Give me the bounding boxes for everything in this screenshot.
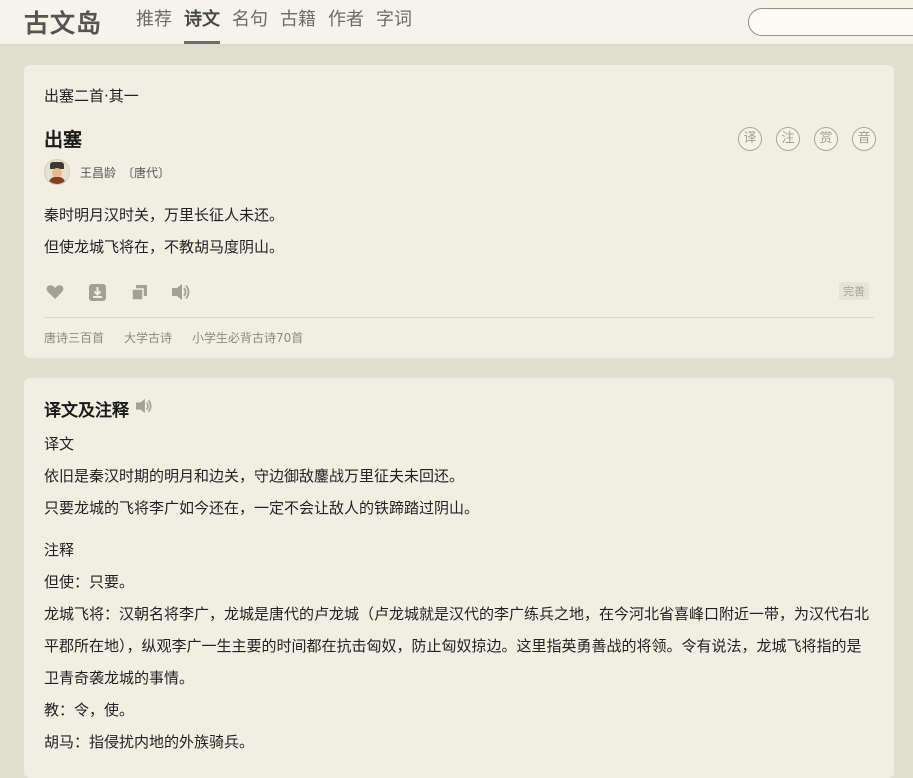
divider	[44, 317, 874, 318]
author-row: 王昌龄 〔唐代〕	[44, 159, 170, 185]
translation-line: 依旧是秦汉时期的明月和边关，守边御敌鏖战万里征夫未回还。	[44, 467, 465, 485]
notes-block: 注释 但使：只要。 龙城飞将：汉朝名将李广，龙城是唐代的卢龙城（卢龙城就是汉代的…	[44, 534, 874, 758]
annotate-button[interactable]: 注	[776, 127, 800, 151]
heart-icon[interactable]	[44, 282, 66, 302]
search-input[interactable]	[748, 8, 913, 36]
poem-action-buttons: 译 注 赏 音	[738, 127, 890, 151]
site-logo[interactable]: 古文岛	[24, 4, 102, 40]
nav-poems[interactable]: 诗文	[184, 0, 220, 44]
avatar[interactable]	[44, 159, 70, 185]
tag-list: 唐诗三百首 大学古诗 小学生必背古诗70首	[44, 329, 323, 346]
poem-body: 秦时明月汉时关，万里长征人未还。 但使龙城飞将在，不教胡马度阴山。	[44, 199, 284, 263]
note-item: 教：令，使。	[44, 701, 135, 719]
translate-button[interactable]: 译	[738, 127, 762, 151]
note-item: 龙城飞将：汉朝名将李广，龙城是唐代的卢龙城（卢龙城就是汉代的李广练兵之地，在今河…	[44, 605, 870, 687]
section-title: 译文及注释	[44, 396, 153, 421]
poem-title: 出塞	[44, 129, 83, 151]
nav-authors[interactable]: 作者	[328, 0, 364, 44]
download-icon[interactable]	[86, 282, 108, 302]
appreciate-button[interactable]: 赏	[814, 127, 838, 151]
nav-famous-lines[interactable]: 名句	[232, 0, 268, 44]
poem-subtitle: 出塞二首·其一	[44, 87, 139, 105]
nav-classics[interactable]: 古籍	[280, 0, 316, 44]
pinyin-button[interactable]: 音	[852, 127, 876, 151]
translation-line: 只要龙城的飞将李广如今还在，一定不会让敌人的铁蹄踏过阴山。	[44, 499, 480, 517]
poem-line: 但使龙城飞将在，不教胡马度阴山。	[44, 238, 285, 256]
poem-line: 秦时明月汉时关，万里长征人未还。	[44, 206, 285, 224]
main-nav: 推荐 诗文 名句 古籍 作者 字词	[136, 0, 424, 44]
translation-heading: 译文	[44, 435, 75, 453]
notes-heading: 注释	[44, 541, 75, 559]
nav-words[interactable]: 字词	[376, 0, 412, 44]
speaker-icon[interactable]	[135, 398, 153, 419]
tool-row	[44, 282, 212, 302]
tag-link[interactable]: 大学古诗	[124, 329, 172, 346]
perfect-button[interactable]: 完善	[839, 282, 869, 300]
nav-recommend[interactable]: 推荐	[136, 0, 172, 44]
top-bar: 古文岛 推荐 诗文 名句 古籍 作者 字词	[0, 0, 913, 45]
note-item: 但使：只要。	[44, 573, 135, 591]
author-name[interactable]: 王昌龄	[80, 164, 116, 181]
translation-body: 译文 依旧是秦汉时期的明月和边关，守边御敌鏖战万里征夫未回还。 只要龙城的飞将李…	[44, 428, 874, 768]
note-item: 胡马：指侵扰内地的外族骑兵。	[44, 733, 255, 751]
speaker-icon[interactable]	[170, 282, 192, 302]
tag-link[interactable]: 唐诗三百首	[44, 329, 104, 346]
translation-block: 译文 依旧是秦汉时期的明月和边关，守边御敌鏖战万里征夫未回还。 只要龙城的飞将李…	[44, 428, 874, 524]
author-dynasty: 〔唐代〕	[122, 165, 171, 180]
section-title-text: 译文及注释	[44, 401, 129, 421]
translation-card: 译文及注释 译文 依旧是秦汉时期的明月和边关，守边御敌鏖战万里征夫未回还。 只要…	[24, 378, 894, 778]
poem-card: 出塞二首·其一 出塞 译 注 赏 音 王昌龄 〔唐代〕 秦时明月汉时关，万里长征…	[24, 65, 894, 358]
tag-link[interactable]: 小学生必背古诗70首	[192, 329, 303, 346]
copy-icon[interactable]	[128, 282, 150, 302]
